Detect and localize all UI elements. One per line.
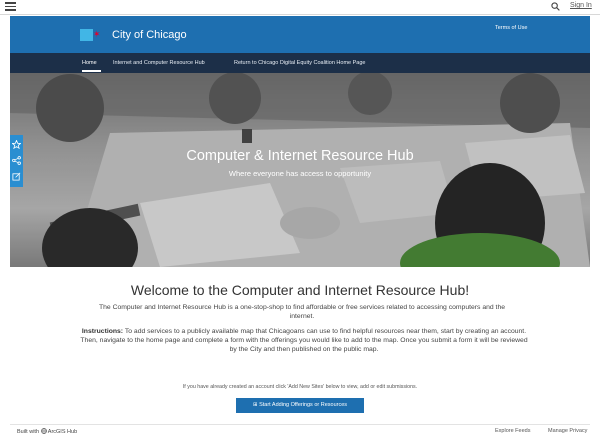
hero-banner: Computer & Internet Resource Hub Where e… [10,73,590,267]
share-rail [10,135,23,187]
terms-of-use-link[interactable]: Terms of Use [495,25,527,31]
start-adding-offerings-button[interactable]: ⊞ Start Adding Offerings or Resources [236,398,364,413]
share-button[interactable] [10,153,23,168]
instructions-body: To add services to a publicly available … [80,328,528,353]
external-link-icon [12,172,21,181]
city-logo[interactable]: ✶ [80,29,101,41]
site-title[interactable]: City of Chicago [112,29,187,41]
top-utility-bar: Sign In [0,0,600,15]
explore-feeds-link[interactable]: Explore Feeds [495,428,530,434]
instructions-text: Instructions: To add services to a publi… [78,327,530,354]
already-account-text: If you have already created an account c… [182,384,418,390]
open-external-button[interactable] [10,169,23,184]
star-icon [12,140,21,149]
hub-globe-icon [40,428,47,434]
footer: Built with ArcGIS Hub Explore Feeds Mana… [10,424,590,436]
arcgis-hub-link[interactable]: ArcGIS Hub [48,429,77,435]
site-header: ✶ City of Chicago Terms of Use [10,16,590,53]
nav-item-resource-hub[interactable]: Internet and Computer Resource Hub [113,60,205,66]
share-icon [12,156,21,165]
built-with-label: Built with [17,429,40,435]
nav-item-home[interactable]: Home [82,60,97,66]
hero-subtitle: Where everyone has access to opportunity [228,169,372,178]
nav-item-digital-equity-home[interactable]: Return to Chicago Digital Equity Coaliti… [234,60,365,66]
hero-title: Computer & Internet Resource Hub [186,148,414,164]
search-icon[interactable] [551,2,560,11]
built-with-text: Built with ArcGIS Hub [17,428,77,435]
active-tab-indicator [82,70,101,72]
start-button-label: Start Adding Offerings or Resources [259,402,348,408]
main-nav: Home Internet and Computer Resource Hub … [10,53,590,73]
instructions-label: Instructions: [81,328,124,335]
welcome-heading: Welcome to the Computer and Internet Res… [130,282,470,298]
manage-privacy-link[interactable]: Manage Privacy [548,428,587,434]
intro-text: The Computer and Internet Resource Hub i… [98,304,506,320]
sign-in-link[interactable]: Sign In [570,2,592,9]
menu-icon[interactable] [5,2,16,11]
favorite-button[interactable] [10,137,23,152]
